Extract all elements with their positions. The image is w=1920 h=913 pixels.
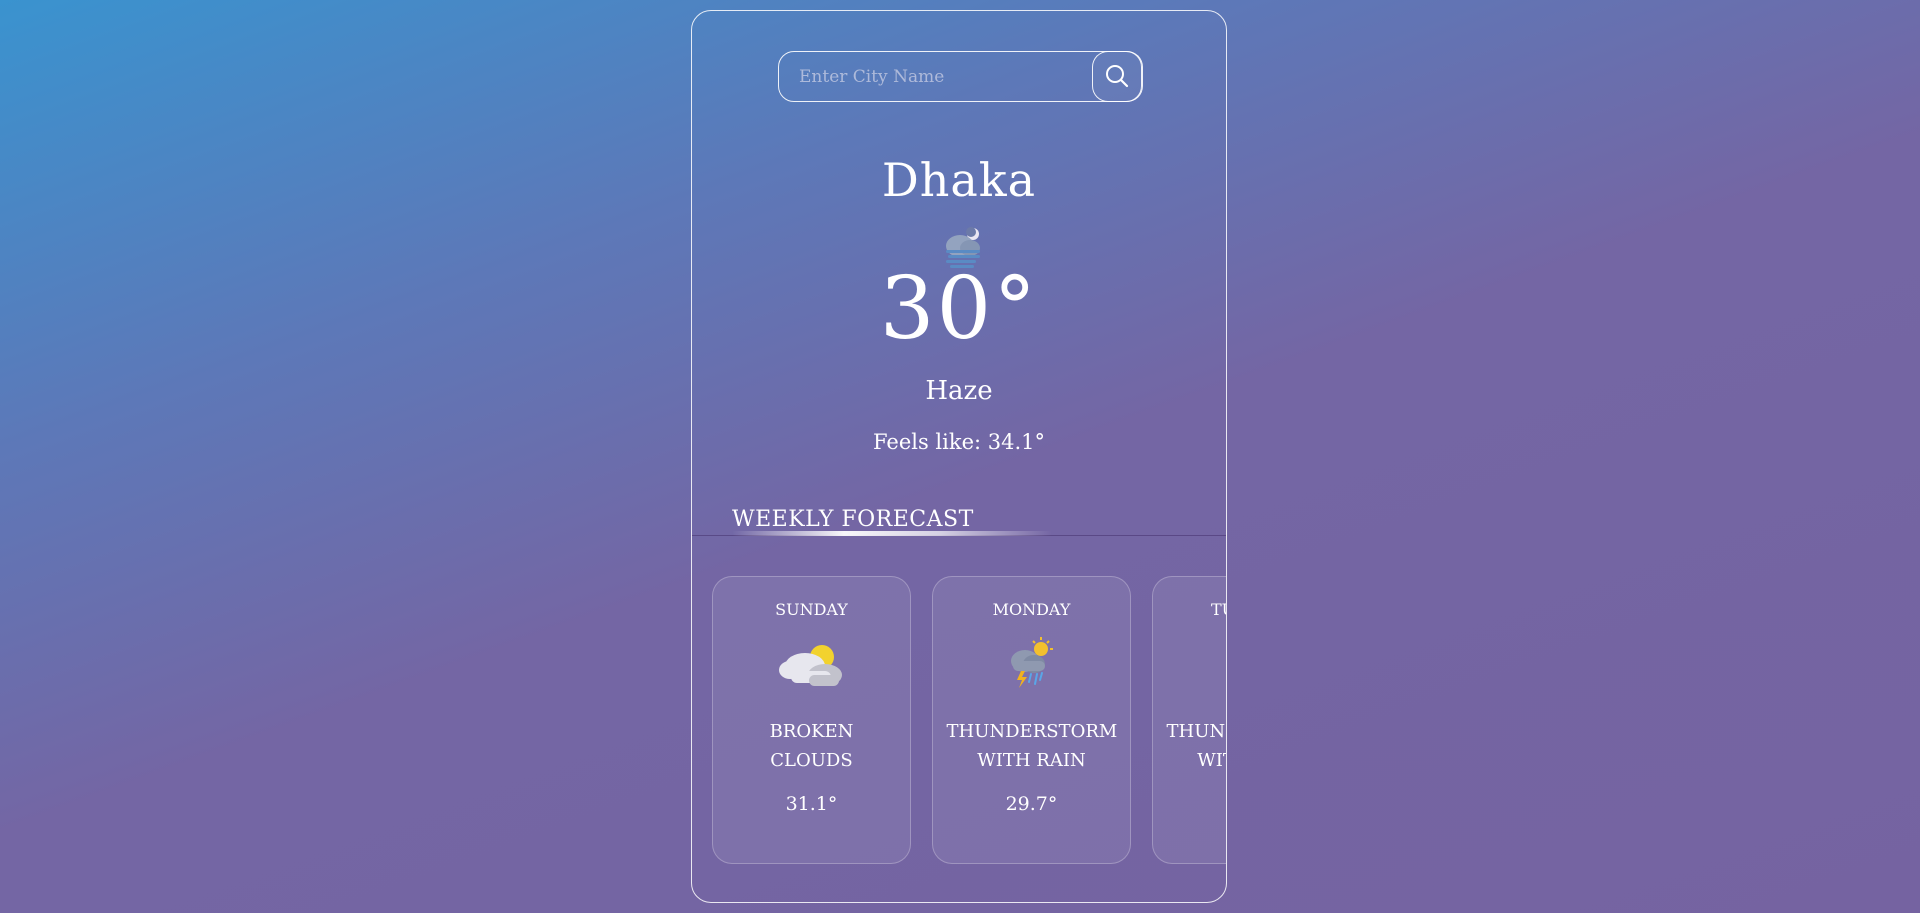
city-search-input[interactable] xyxy=(779,52,1101,102)
feels-like: Feels like: 34.1° xyxy=(872,430,1046,454)
forecast-condition-text: BROKEN CLOUDS xyxy=(769,721,854,771)
forecast-scroll-track[interactable]: SUNDAY BROKEN CLOUDS 31.1° MONDAY THUNDE… xyxy=(712,576,1227,876)
forecast-condition-text: THUNDERSTORM WITH RAIN xyxy=(946,721,1118,771)
weather-card: Dhaka 30° Haze Feels like: 34.1° WEEKLY … xyxy=(691,10,1227,903)
city-name: Dhaka xyxy=(881,153,1037,207)
forecast-day-card[interactable]: MONDAY THUNDERSTORM WITH RAIN 29.7° xyxy=(932,576,1131,864)
forecast-day-condition: THUNDERSTORM WITH RAIN xyxy=(933,717,1130,775)
search-button[interactable] xyxy=(1091,50,1143,102)
weekly-forecast-title: WEEKLY FORECAST xyxy=(732,507,974,532)
current-temperature: 30° xyxy=(879,259,1039,359)
search-bar xyxy=(778,50,1143,102)
forecast-day-name: TUESDAY xyxy=(1210,600,1226,619)
forecast-day-card[interactable]: TUESDAY THUNDERSTORM WITH RAIN 29.5° xyxy=(1152,576,1227,864)
forecast-day-temp: 31.1° xyxy=(785,793,838,815)
search-icon xyxy=(1106,65,1129,88)
forecast-day-name: SUNDAY xyxy=(775,600,848,619)
forecast-day-name: MONDAY xyxy=(992,600,1071,619)
forecast-day-condition: THUNDERSTORM WITH RAIN xyxy=(1153,717,1227,775)
broken-clouds-icon xyxy=(779,645,842,686)
thunderstorm-icon xyxy=(1217,637,1227,689)
forecast-day-card[interactable]: SUNDAY BROKEN CLOUDS 31.1° xyxy=(712,576,911,864)
forecast-day-temp: 29.5° xyxy=(1153,795,1227,814)
forecast-day-condition: BROKEN CLOUDS xyxy=(713,717,910,775)
thunderstorm-icon xyxy=(1011,637,1053,688)
section-divider-highlight xyxy=(732,531,1052,536)
current-condition: Haze xyxy=(925,376,993,406)
forecast-condition-text: THUNDERSTORM WITH RAIN xyxy=(1166,721,1227,771)
forecast-day-temp: 29.7° xyxy=(1005,793,1058,815)
